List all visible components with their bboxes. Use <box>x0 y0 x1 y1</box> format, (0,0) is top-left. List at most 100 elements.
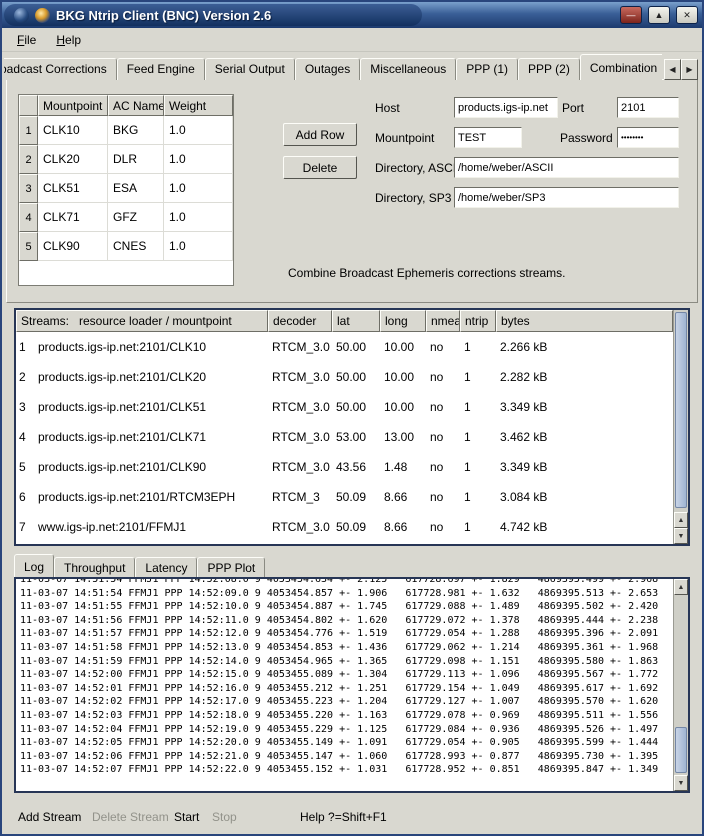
host-input[interactable] <box>454 97 558 118</box>
minimize-button[interactable]: — <box>620 6 642 24</box>
stream-number-cell: 1 <box>16 332 34 362</box>
ac-name-cell[interactable]: CNES <box>108 232 164 261</box>
stream-row[interactable]: 2products.igs-ip.net:2101/CLK20RTCM_3.05… <box>16 362 673 392</box>
tab-latency[interactable]: Latency <box>135 557 197 577</box>
streams-table-header: Streams: resource loader / mountpoint de… <box>16 310 673 332</box>
password-input[interactable] <box>617 127 679 148</box>
log-panel[interactable]: 11-03-07 14:51:54 FFMJ1 PPP 14:52:08.0 9… <box>14 577 690 793</box>
combination-table-row: 2CLK20DLR1.0 <box>19 145 233 174</box>
stream-row[interactable]: 6products.igs-ip.net:2101/RTCM3EPHRTCM_3… <box>16 482 673 512</box>
stream-ntrip-cell: 1 <box>460 422 496 452</box>
mountpoint-cell[interactable]: CLK10 <box>38 116 108 145</box>
tab-feed-engine[interactable]: Feed Engine <box>117 58 205 80</box>
ac-name-cell[interactable]: ESA <box>108 174 164 203</box>
log-output: 11-03-07 14:51:54 FFMJ1 PPP 14:52:08.0 9… <box>16 577 673 791</box>
streams-scrollbar-thumb[interactable] <box>675 312 687 508</box>
stream-lat-cell: 50.00 <box>332 362 380 392</box>
row-number-cell[interactable]: 3 <box>19 174 38 203</box>
stream-lat-cell: 50.09 <box>332 482 380 512</box>
add-row-button[interactable]: Add Row <box>283 123 357 146</box>
streams-scroll-down-button[interactable]: ▼ <box>674 528 688 544</box>
help-button[interactable]: Help ?=Shift+F1 <box>300 810 387 824</box>
streams-scroll-up-button[interactable]: ▲ <box>674 512 688 528</box>
tab-outages[interactable]: Outages <box>295 58 360 80</box>
weight-cell[interactable]: 1.0 <box>164 116 233 145</box>
maximize-button[interactable]: ▲ <box>648 6 670 24</box>
stream-row[interactable]: 4products.igs-ip.net:2101/CLK71RTCM_3.05… <box>16 422 673 452</box>
directory-ascii-input[interactable] <box>454 157 679 178</box>
decoder-column-header: decoder <box>268 310 332 332</box>
stream-row[interactable]: 1products.igs-ip.net:2101/CLK10RTCM_3.05… <box>16 332 673 362</box>
log-scroll-down-button[interactable]: ▼ <box>674 775 688 791</box>
tab-throughput[interactable]: Throughput <box>54 557 135 577</box>
row-number-cell[interactable]: 2 <box>19 145 38 174</box>
add-stream-button[interactable]: Add Stream <box>18 810 81 824</box>
tab-log[interactable]: Log <box>14 554 54 577</box>
menu-item-file[interactable]: File <box>8 30 45 50</box>
stream-row[interactable]: 7www.igs-ip.net:2101/FFMJ1RTCM_3.050.098… <box>16 512 673 542</box>
stream-long-cell: 10.00 <box>380 392 426 422</box>
delete-button[interactable]: Delete <box>283 156 357 179</box>
stop-button[interactable]: Stop <box>212 810 237 824</box>
stream-row[interactable]: 5products.igs-ip.net:2101/CLK90RTCM_3.04… <box>16 452 673 482</box>
stream-ntrip-cell: 1 <box>460 482 496 512</box>
log-line: 11-03-07 14:51:54 FFMJ1 PPP 14:52:09.0 9… <box>20 587 673 601</box>
titlebar[interactable]: BKG Ntrip Client (BNC) Version 2.6 — ▲ ✕ <box>2 2 702 28</box>
row-number-cell[interactable]: 1 <box>19 116 38 145</box>
weight-cell[interactable]: 1.0 <box>164 145 233 174</box>
start-button[interactable]: Start <box>174 810 199 824</box>
stream-row[interactable]: 3products.igs-ip.net:2101/CLK51RTCM_3.05… <box>16 392 673 422</box>
stream-long-cell: 10.00 <box>380 362 426 392</box>
streams-scrollbar[interactable]: ▲ ▼ <box>673 310 688 544</box>
stream-number-cell: 7 <box>16 512 34 542</box>
tab-serial-output[interactable]: Serial Output <box>205 58 295 80</box>
menu-item-help[interactable]: Help <box>47 30 90 50</box>
weight-cell[interactable]: 1.0 <box>164 203 233 232</box>
mountpoint-cell[interactable]: CLK51 <box>38 174 108 203</box>
combination-table-row: 1CLK10BKG1.0 <box>19 116 233 145</box>
port-input[interactable] <box>617 97 679 118</box>
bytes-column-header: bytes <box>496 310 673 332</box>
directory-sp3-input[interactable] <box>454 187 679 208</box>
mountpoint-column-header: Mountpoint <box>38 95 108 116</box>
mountpoint-input[interactable] <box>454 127 522 148</box>
app-menu-icon[interactable] <box>14 8 29 23</box>
tab-broadcast-corrections[interactable]: Broadcast Corrections <box>4 58 117 80</box>
log-scrollbar[interactable]: ▲ ▼ <box>673 579 688 791</box>
ac-name-cell[interactable]: DLR <box>108 145 164 174</box>
tab-ppp-1[interactable]: PPP (1) <box>456 58 518 80</box>
row-number-cell[interactable]: 4 <box>19 203 38 232</box>
log-scrollbar-thumb[interactable] <box>675 727 687 773</box>
stream-lat-cell: 53.00 <box>332 422 380 452</box>
stream-mountpoint-cell: products.igs-ip.net:2101/RTCM3EPH <box>34 482 268 512</box>
combination-table[interactable]: Mountpoint AC Name Weight 1CLK10BKG1.02C… <box>18 94 234 286</box>
ntrip-column-header: ntrip <box>460 310 496 332</box>
password-label: Password <box>560 131 613 145</box>
mountpoint-cell[interactable]: CLK90 <box>38 232 108 261</box>
nmea-column-header: nmea <box>426 310 460 332</box>
ac-name-cell[interactable]: BKG <box>108 116 164 145</box>
weight-cell[interactable]: 1.0 <box>164 174 233 203</box>
tab-combination[interactable]: Combination <box>580 54 662 80</box>
stream-ntrip-cell: 1 <box>460 362 496 392</box>
ac-name-cell[interactable]: GFZ <box>108 203 164 232</box>
tab-scroll-left-button[interactable]: ◀ <box>664 59 681 80</box>
log-scroll-up-button[interactable]: ▲ <box>674 579 688 595</box>
row-number-cell[interactable]: 5 <box>19 232 38 261</box>
mountpoint-cell[interactable]: CLK20 <box>38 145 108 174</box>
tab-ppp-2[interactable]: PPP (2) <box>518 58 580 80</box>
tab-scroll-right-button[interactable]: ▶ <box>681 59 698 80</box>
delete-stream-button[interactable]: Delete Stream <box>92 810 169 824</box>
stream-ntrip-cell: 1 <box>460 332 496 362</box>
stream-number-cell: 3 <box>16 392 34 422</box>
stream-mountpoint-cell: products.igs-ip.net:2101/CLK71 <box>34 422 268 452</box>
tab-ppp-plot[interactable]: PPP Plot <box>197 557 265 577</box>
stream-nmea-cell: no <box>426 332 460 362</box>
close-button[interactable]: ✕ <box>676 6 698 24</box>
mountpoint-cell[interactable]: CLK71 <box>38 203 108 232</box>
weight-cell[interactable]: 1.0 <box>164 232 233 261</box>
streams-table[interactable]: Streams: resource loader / mountpoint de… <box>14 308 690 546</box>
combination-table-header: Mountpoint AC Name Weight <box>19 95 233 116</box>
log-line: 11-03-07 14:51:56 FFMJ1 PPP 14:52:11.0 9… <box>20 614 673 628</box>
tab-miscellaneous[interactable]: Miscellaneous <box>360 58 456 80</box>
